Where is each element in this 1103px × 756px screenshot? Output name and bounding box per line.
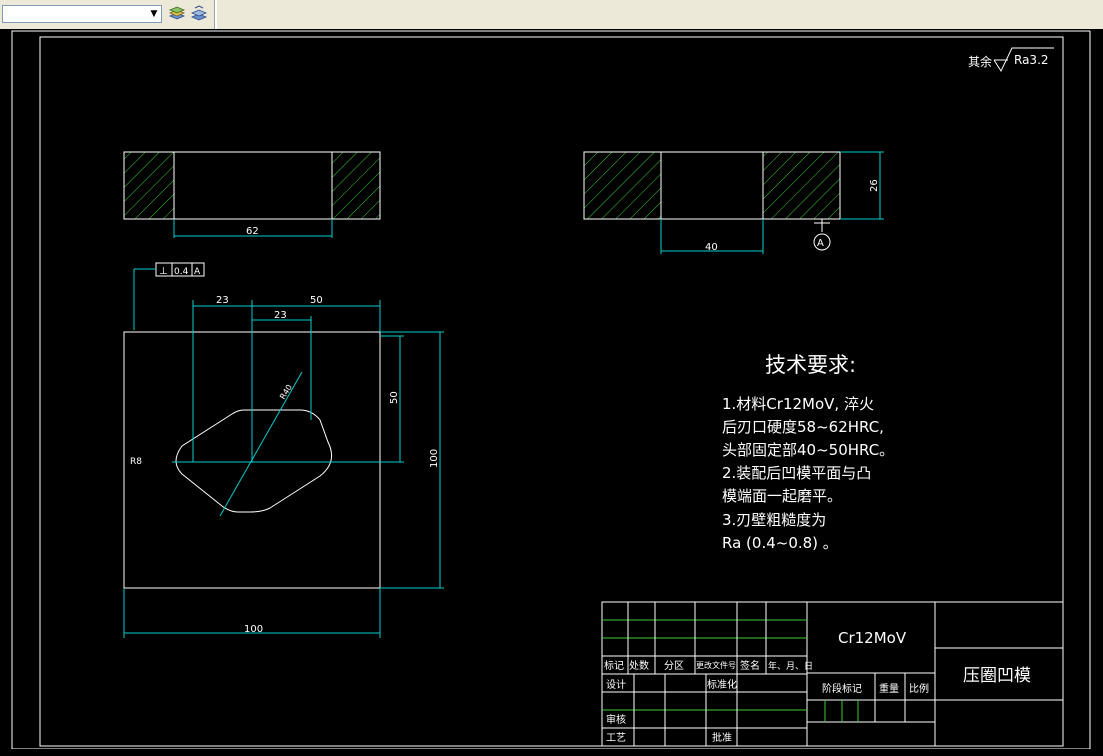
tech-line-4: 2.装配后凹模平面与凸 <box>722 464 871 482</box>
tech-line-2: 后刃口硬度58~62HRC, <box>722 418 884 436</box>
dim-radius: R8 <box>130 457 142 467</box>
tb-process: 工艺 <box>606 732 626 744</box>
tb-review: 审核 <box>606 713 626 726</box>
hdr-count: 处数 <box>629 659 649 672</box>
drawing-svg: 其余 Ra3.2 62 40 26 A ⊥ 0.4 A 23 50 23 R40… <box>11 29 1103 750</box>
hdr-change-doc: 更改文件号 <box>696 660 736 670</box>
tb-scale: 比例 <box>909 682 929 695</box>
hdr-date: 年、月、日 <box>768 660 813 672</box>
datum-label: A <box>817 238 824 249</box>
tech-requirements: 技术要求: 1.材料Cr12MoV, 淬火 后刃口硬度58~62HRC, 头部固… <box>722 353 894 552</box>
chevron-down-icon[interactable]: ▼ <box>147 6 161 22</box>
section-view-left: 62 <box>123 151 381 238</box>
title-block: 标记 处数 分区 更改文件号 签名 年、月、日 设计 标准化 审核 工艺 批准 … <box>601 601 1064 747</box>
toolbar: ▼ <box>0 0 1103 30</box>
toolbar-separator <box>214 0 217 29</box>
outer-border <box>11 30 1091 750</box>
tb-weight: 重量 <box>879 682 899 695</box>
tb-material: Cr12MoV <box>838 629 907 647</box>
dim-62: 62 <box>246 226 259 237</box>
hdr-sign: 签名 <box>740 659 760 672</box>
roughness-prefix: 其余 <box>968 54 992 69</box>
tb-standard: 标准化 <box>707 678 737 691</box>
tech-line-6: 3.刃壁粗糙度为 <box>722 511 826 529</box>
tol-value: 0.4 <box>174 267 189 277</box>
tb-part-name: 压圈凹模 <box>963 666 1031 686</box>
dim-50-right: 50 <box>389 391 400 404</box>
dim-40: 40 <box>705 242 718 253</box>
dim-50-top: 50 <box>310 295 323 306</box>
tech-title: 技术要求: <box>765 353 856 377</box>
dim-26: 26 <box>869 179 880 192</box>
plan-view: ⊥ 0.4 A 23 50 23 R40 R8 50 100 100 <box>123 262 444 638</box>
tech-line-5: 模端面一起磨平。 <box>722 487 842 505</box>
layer-dropdown[interactable]: ▼ <box>2 5 162 23</box>
dim-100-bottom: 100 <box>244 624 263 635</box>
tb-design: 设计 <box>606 678 626 691</box>
dim-23-outer: 23 <box>216 295 229 306</box>
tech-line-1: 1.材料Cr12MoV, 淬火 <box>722 395 874 413</box>
layer-states-icon[interactable] <box>168 5 186 23</box>
layer-previous-icon[interactable] <box>190 5 208 23</box>
dim-diagonal: R40 <box>278 383 294 401</box>
roughness-value: Ra3.2 <box>1014 53 1049 67</box>
section-view-right: 40 26 A <box>583 151 884 254</box>
dim-100-right: 100 <box>429 449 440 468</box>
tech-line-7: Ra (0.4~0.8) 。 <box>722 534 838 552</box>
hdr-mark: 标记 <box>604 660 624 672</box>
drawing-canvas[interactable]: 其余 Ra3.2 62 40 26 A ⊥ 0.4 A 23 50 23 R40… <box>0 29 1103 750</box>
tech-line-3: 头部固定部40~50HRC。 <box>722 441 894 459</box>
tb-approve: 批准 <box>712 731 732 744</box>
roughness-symbol: 其余 Ra3.2 <box>968 47 1054 73</box>
hdr-zone: 分区 <box>664 660 684 672</box>
dim-23-inner: 23 <box>274 310 287 321</box>
tb-stage: 阶段标记 <box>822 682 862 695</box>
canvas-right-margin <box>1090 29 1103 749</box>
status-strip <box>0 749 1103 756</box>
tol-datum: A <box>194 267 201 277</box>
tol-symbol: ⊥ <box>159 266 168 277</box>
